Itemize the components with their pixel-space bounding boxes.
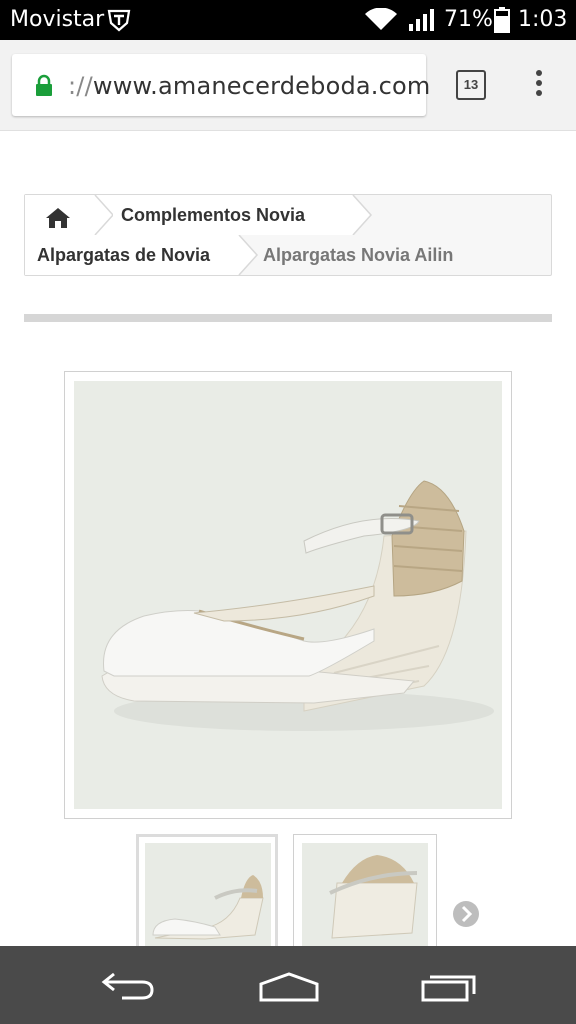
breadcrumb-item-complementos[interactable]: Complementos Novia [95,195,353,235]
tab-switcher-button[interactable]: 13 [456,70,486,100]
chevron-right-icon[interactable] [452,900,480,933]
recent-apps-icon[interactable] [420,968,478,1009]
battery-icon [494,7,510,37]
breadcrumb-item-current: Alpargatas Novia Ailin [239,235,549,275]
breadcrumb-item-alpargatas[interactable]: Alpargatas de Novia [25,235,239,275]
espadrille-side-view [145,843,271,951]
lock-icon [34,74,54,103]
breadcrumb-home[interactable] [25,195,95,235]
breadcrumb-separator-icon [345,195,373,235]
breadcrumb: Complementos Novia Alpargatas de Novia A… [24,194,552,276]
battery-percent: 71% [444,7,493,32]
url-scheme: :// [68,72,93,100]
overflow-menu-icon[interactable] [530,70,548,100]
wifi-icon [364,7,398,36]
carrier-name: Movistar [10,7,105,32]
section-divider [24,314,552,322]
clock: 1:03 [518,7,568,32]
back-icon[interactable] [100,968,156,1007]
signal-strength-icon [408,8,436,36]
espadrille-back-view [302,843,428,953]
url-text[interactable]: ://www.amanecerdeboda.com [68,72,431,100]
product-image-frame[interactable] [64,371,512,819]
carrier-logo-icon [106,7,132,37]
breadcrumb-separator-icon [87,195,113,235]
product-thumbnail-back[interactable] [293,834,437,956]
product-thumbnail-side[interactable] [136,834,278,954]
espadrille-shoe-photo[interactable] [74,381,502,809]
address-bar[interactable]: ://www.amanecerdeboda.com [12,54,430,116]
home-button-icon[interactable] [258,968,320,1009]
breadcrumb-separator-icon [231,235,259,275]
system-navigation-bar [0,946,576,1024]
status-bar: Movistar 71% 1:03 [0,0,576,40]
url-host: www.amanecerdeboda.com [92,72,431,100]
browser-toolbar: ://www.amanecerdeboda.com 13 [0,40,576,131]
